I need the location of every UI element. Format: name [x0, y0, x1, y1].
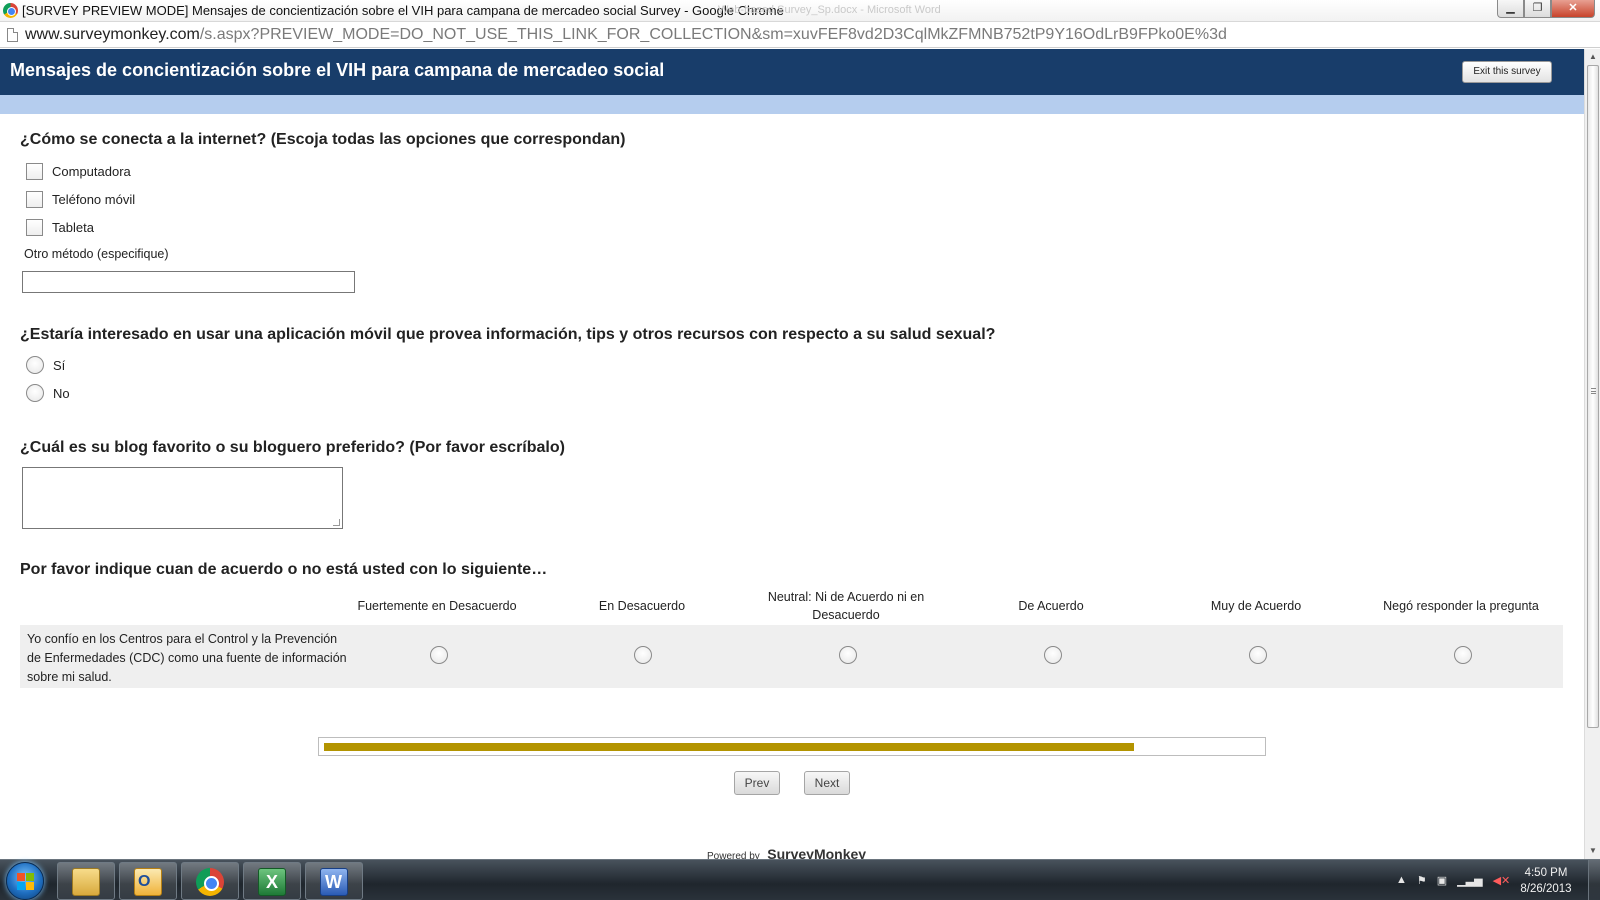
- flag-icon[interactable]: ⚑: [1417, 874, 1427, 887]
- clock-time: 4:50 PM: [1524, 867, 1568, 879]
- signal-icon[interactable]: ▁▃▅: [1457, 874, 1482, 887]
- radio-button[interactable]: [26, 356, 44, 374]
- matrix-radio-de-acuerdo[interactable]: [1044, 646, 1062, 664]
- page-icon: [7, 28, 18, 42]
- url-host: www.surveymonkey.com: [25, 26, 200, 43]
- scrollbar-thumb[interactable]: [1587, 65, 1599, 728]
- show-desktop-button[interactable]: [1588, 860, 1600, 900]
- restore-button[interactable]: ❐: [1524, 0, 1551, 18]
- network-icon[interactable]: ▣: [1437, 874, 1447, 887]
- question-1-title: ¿Cómo se conecta a la internet? (Escoja …: [20, 131, 626, 148]
- background-window-title: Web-based Survey_Sp.docx - Microsoft Wor…: [718, 4, 941, 16]
- matrix-radio-nego-responder[interactable]: [1454, 646, 1472, 664]
- matrix-radio-muy-de-acuerdo[interactable]: [1249, 646, 1267, 664]
- q2-option-si[interactable]: Sí: [26, 356, 65, 374]
- scroll-down-arrow-icon[interactable]: ▼: [1585, 843, 1600, 859]
- checkbox[interactable]: [26, 162, 43, 180]
- matrix-radio-fuertemente-desacuerdo[interactable]: [430, 646, 448, 664]
- chrome-icon: [196, 868, 224, 896]
- question-4-title: Por favor indique cuan de acuerdo o no e…: [20, 561, 548, 578]
- blog-textarea[interactable]: [22, 467, 343, 529]
- system-tray: ▲ ⚑ ▣ ▁▃▅ ◀✕: [1396, 870, 1510, 890]
- survey-header: Mensajes de concientización sobre el VIH…: [0, 49, 1584, 95]
- clock-date: 8/26/2013: [1520, 883, 1572, 895]
- option-label: Computadora: [52, 163, 131, 179]
- word-icon: [320, 868, 348, 896]
- chrome-icon: [3, 3, 18, 18]
- checkbox[interactable]: [26, 190, 43, 208]
- matrix-column-header: Neutral: Ni de Acuerdo ni en Desacuerdo: [767, 590, 925, 622]
- matrix-column-header: Muy de Acuerdo: [1210, 599, 1302, 613]
- taskbar-chrome[interactable]: [181, 862, 239, 900]
- taskbar-outlook[interactable]: [119, 862, 177, 900]
- header-stripe: [0, 95, 1584, 114]
- address-bar[interactable]: www.surveymonkey.com/s.aspx?PREVIEW_MODE…: [0, 22, 1600, 48]
- vertical-scrollbar[interactable]: ▲ ▼: [1584, 49, 1600, 859]
- close-button[interactable]: ✕: [1551, 0, 1595, 18]
- checkbox[interactable]: [26, 218, 43, 236]
- other-method-input[interactable]: [22, 271, 355, 293]
- q1-option-tableta[interactable]: Tableta: [26, 218, 94, 236]
- scrollbar-grip-icon: [1591, 388, 1596, 394]
- matrix-row-label: Yo confío en los Centros para el Control…: [27, 632, 347, 684]
- url-path: /s.aspx?PREVIEW_MODE=DO_NOT_USE_THIS_LIN…: [199, 26, 1227, 43]
- option-label: Teléfono móvil: [52, 191, 136, 207]
- q2-option-no[interactable]: No: [26, 384, 70, 402]
- start-button[interactable]: [6, 862, 44, 900]
- question-2-title: ¿Estaría interesado en usar una aplicaci…: [20, 326, 996, 343]
- volume-muted-icon[interactable]: ◀✕: [1493, 874, 1511, 887]
- matrix-column-header: Negó responder la pregunta: [1383, 599, 1539, 613]
- matrix-column-header: Fuertemente en Desacuerdo: [357, 599, 517, 613]
- windows-taskbar: ▲ ⚑ ▣ ▁▃▅ ◀✕ 4:50 PM 8/26/2013: [0, 859, 1600, 900]
- survey-title: Mensajes de concientización sobre el VIH…: [10, 60, 665, 80]
- exit-survey-button[interactable]: Exit this survey: [1462, 61, 1552, 83]
- windows-logo-icon: [17, 873, 34, 890]
- matrix-column-header: En Desacuerdo: [598, 599, 686, 613]
- matrix-radio-en-desacuerdo[interactable]: [634, 646, 652, 664]
- window-titlebar: [SURVEY PREVIEW MODE] Mensajes de concie…: [0, 0, 1600, 22]
- taskbar-clock[interactable]: 4:50 PM 8/26/2013: [1510, 865, 1582, 897]
- excel-icon: [258, 868, 286, 896]
- scroll-up-arrow-icon[interactable]: ▲: [1585, 49, 1600, 65]
- window-title: [SURVEY PREVIEW MODE] Mensajes de concie…: [22, 3, 784, 18]
- taskbar-excel[interactable]: [243, 862, 301, 900]
- outlook-icon: [134, 868, 162, 896]
- url-text[interactable]: www.surveymonkey.com/s.aspx?PREVIEW_MODE…: [25, 26, 1227, 44]
- option-label: Sí: [53, 357, 66, 373]
- question-3-title: ¿Cuál es su blog favorito o su bloguero …: [20, 439, 565, 456]
- matrix-radio-neutral[interactable]: [839, 646, 857, 664]
- folder-icon: [72, 868, 100, 896]
- taskbar-explorer[interactable]: [57, 862, 115, 900]
- radio-button[interactable]: [26, 384, 44, 402]
- minimize-button[interactable]: ▁: [1497, 0, 1524, 18]
- next-button[interactable]: Next: [804, 771, 850, 795]
- other-method-label: Otro método (especifique): [24, 247, 169, 261]
- show-hidden-icon[interactable]: ▲: [1396, 874, 1407, 886]
- matrix-column-header: De Acuerdo: [1018, 599, 1084, 613]
- q1-option-telefono-movil[interactable]: Teléfono móvil: [26, 190, 135, 208]
- taskbar-word[interactable]: [305, 862, 363, 900]
- matrix-row: Yo confío en los Centros para el Control…: [20, 625, 1563, 688]
- window-controls: ▁ ❐ ✕: [1497, 0, 1595, 18]
- progress-bar: [318, 737, 1266, 756]
- prev-button[interactable]: Prev: [734, 771, 780, 795]
- option-label: Tableta: [52, 219, 94, 235]
- option-label: No: [53, 385, 70, 401]
- q1-option-computadora[interactable]: Computadora: [26, 162, 131, 180]
- progress-fill: [324, 743, 1134, 751]
